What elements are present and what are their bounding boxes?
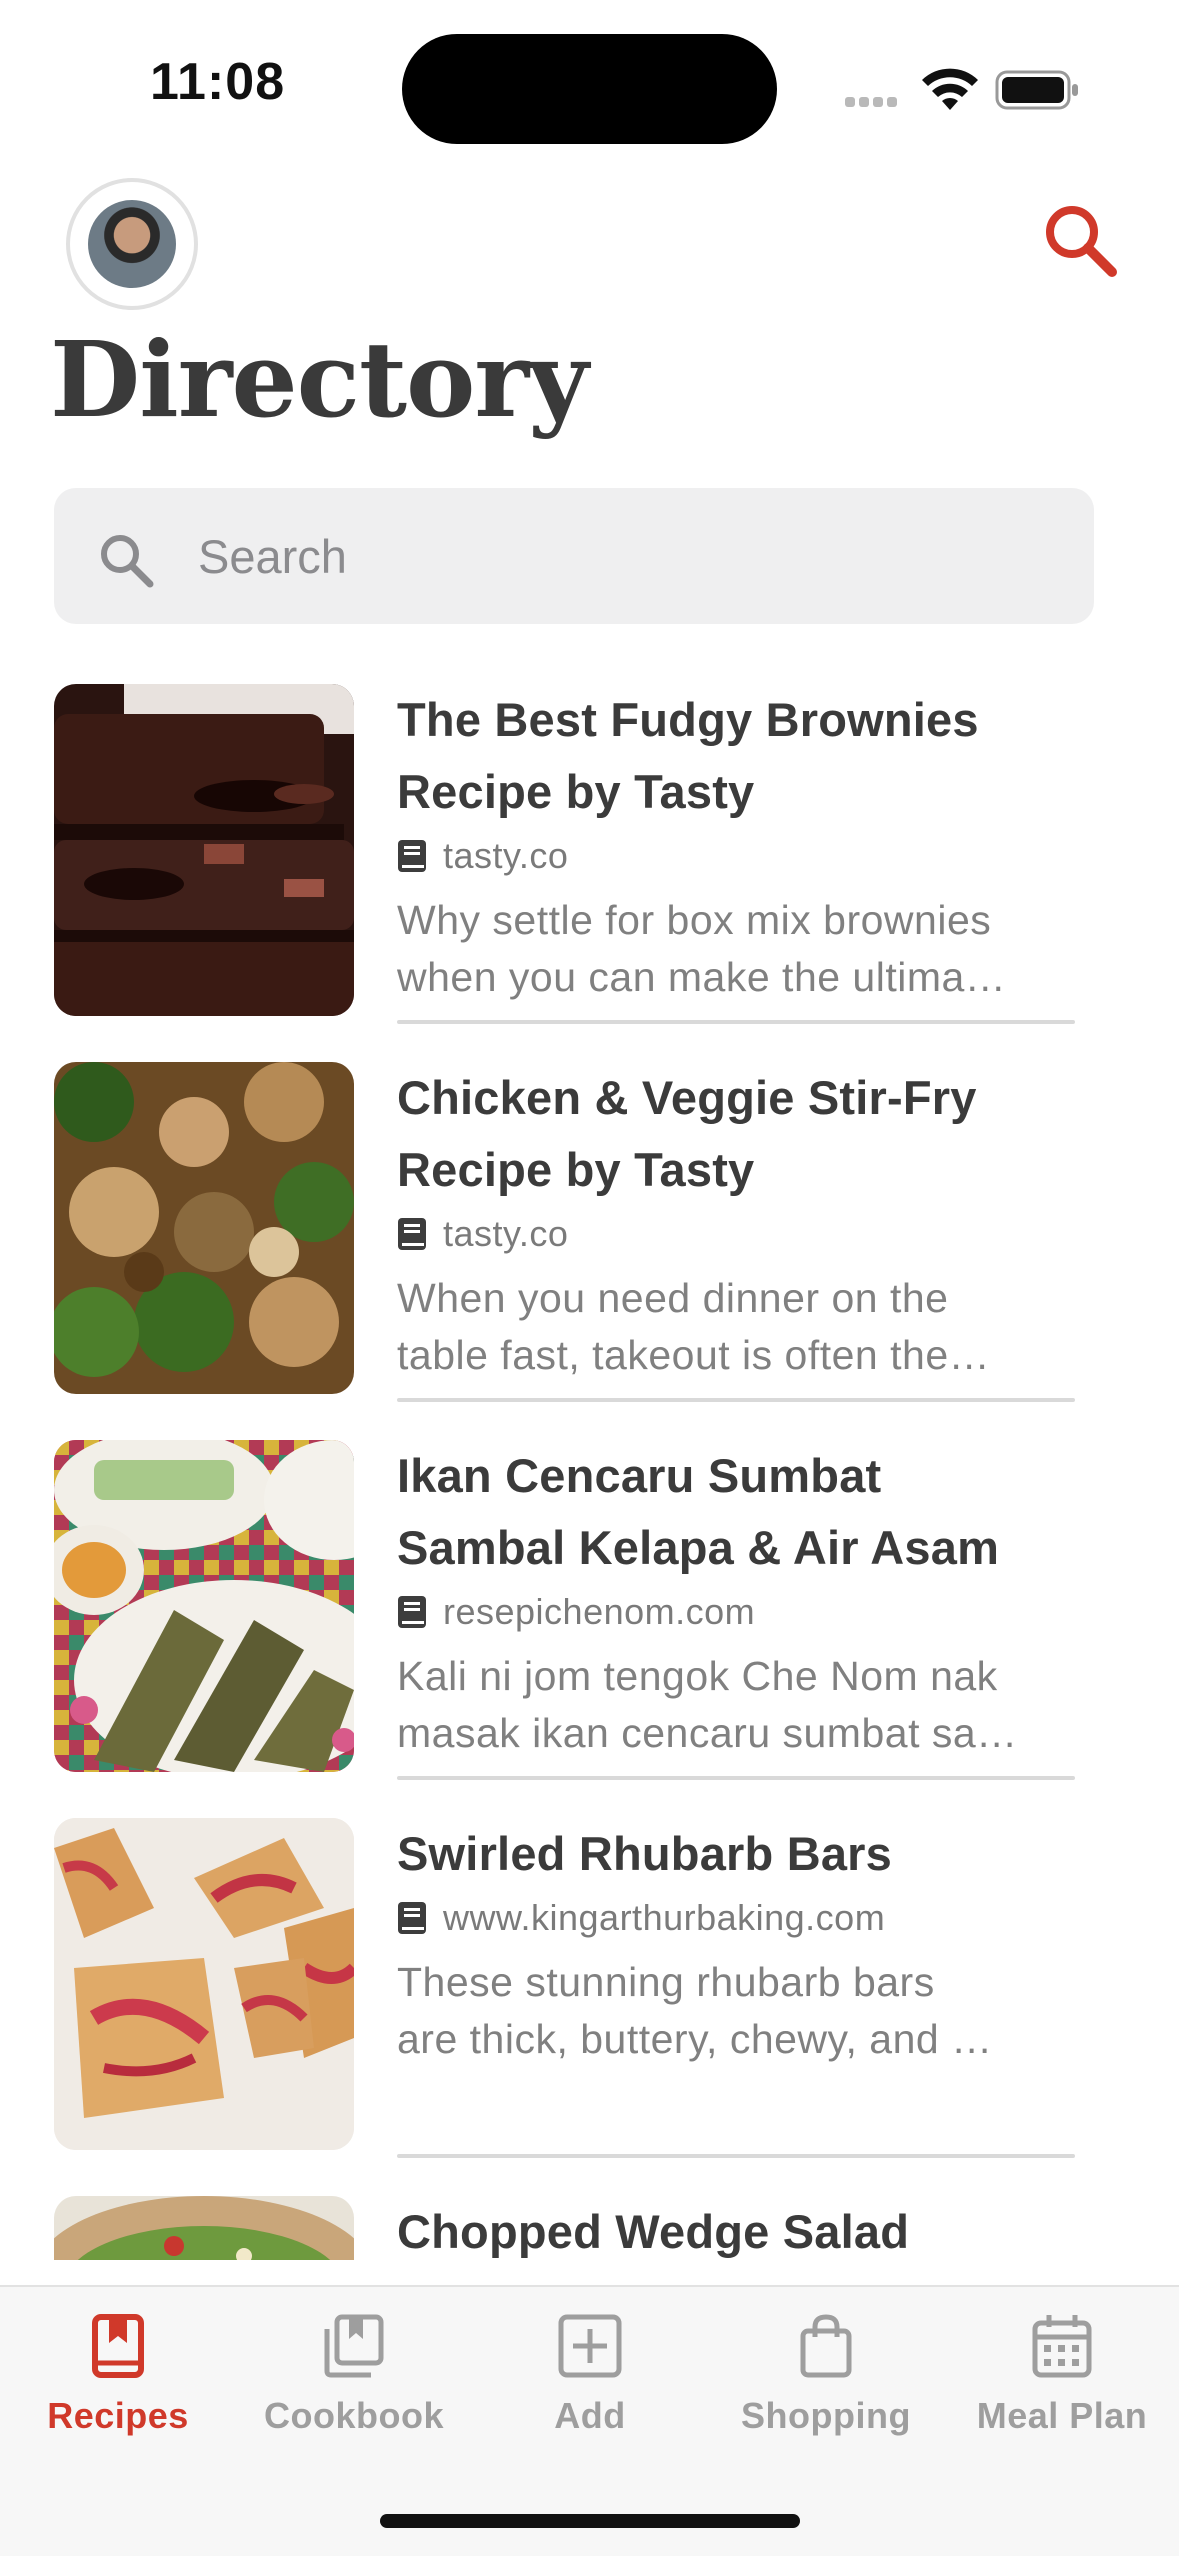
recipe-title: Ikan Cencaru Sumbat Sambal Kelapa & Air … [397, 1449, 1000, 1574]
recipe-source: tasty.co [397, 834, 1124, 878]
wifi-icon [922, 68, 978, 110]
recipe-source: resepichenom.com [397, 1590, 1124, 1634]
search-icon[interactable] [1040, 200, 1120, 280]
bookmark-book-icon [92, 2314, 144, 2378]
recipe-source: tasty.co [397, 1212, 1124, 1256]
calendar-icon [1032, 2315, 1092, 2378]
recipe-info: Swirled Rhubarb Bars www.kingarthurbakin… [397, 1818, 1124, 2068]
cookbook-icon [324, 2314, 384, 2378]
recipe-thumbnail-wedge-salad [54, 2196, 354, 2260]
recipe-thumbnail-ikan-cencaru [54, 1440, 354, 1772]
battery-icon [995, 70, 1078, 110]
recipe-description: When you need dinner on the table fast, … [397, 1275, 991, 1378]
recipe-title: The Best Fudgy Brownies Recipe by Tasty [397, 693, 979, 818]
search-input[interactable] [198, 518, 1058, 594]
add-square-icon [558, 2314, 622, 2378]
recipe-list[interactable]: The Best Fudgy Brownies Recipe by Tasty … [0, 680, 1179, 2260]
recipe-item[interactable]: Chicken & Veggie Stir-Fry Recipe by Tast… [54, 1062, 1124, 1402]
tab-shopping[interactable]: Shopping [708, 2311, 944, 2461]
status-time: 11:08 [150, 53, 286, 111]
search-bar[interactable] [54, 488, 1094, 624]
book-icon [398, 840, 426, 872]
tab-meal-plan[interactable]: Meal Plan [944, 2311, 1179, 2461]
page-title: Directory [50, 318, 589, 441]
profile-avatar-button[interactable] [66, 178, 198, 310]
recipe-info: Ikan Cencaru Sumbat Sambal Kelapa & Air … [397, 1440, 1124, 1762]
tab-add[interactable]: Add [472, 2311, 708, 2461]
book-icon [398, 1596, 426, 1628]
divider [397, 1398, 1075, 1402]
recipe-description: These stunning rhubarb bars are thick, b… [397, 1959, 993, 2062]
shopping-bag-icon [800, 2314, 852, 2378]
book-icon [398, 1902, 426, 1934]
recipe-item[interactable]: Chopped Wedge Salad [54, 2196, 1124, 2260]
divider [397, 1020, 1075, 1024]
recipe-title: Swirled Rhubarb Bars [397, 1827, 892, 1880]
recipe-thumbnail-rhubarb-bars [54, 1818, 354, 2150]
dynamic-island [402, 34, 777, 144]
search-icon [101, 535, 154, 588]
recipe-description: Kali ni jom tengok Che Nom nak masak ika… [397, 1653, 1018, 1756]
recipe-info: Chopped Wedge Salad [397, 2196, 1124, 2260]
recipe-title: Chicken & Veggie Stir-Fry Recipe by Tast… [397, 1071, 977, 1196]
status-bar: 11:08 [0, 0, 1179, 160]
recipe-item[interactable]: Swirled Rhubarb Bars www.kingarthurbakin… [54, 1818, 1124, 2158]
recipe-info: Chicken & Veggie Stir-Fry Recipe by Tast… [397, 1062, 1124, 1384]
avatar [88, 200, 176, 288]
recipe-thumbnail-brownies [54, 684, 354, 1016]
tab-cookbook[interactable]: Cookbook [236, 2311, 472, 2461]
recipe-info: The Best Fudgy Brownies Recipe by Tasty … [397, 684, 1124, 1006]
recipe-thumbnail-stir-fry [54, 1062, 354, 1394]
cellular-signal-icon [845, 94, 905, 107]
divider [397, 1776, 1075, 1780]
divider [397, 2154, 1075, 2158]
recipe-item[interactable]: The Best Fudgy Brownies Recipe by Tasty … [54, 684, 1124, 1024]
recipe-description: Why settle for box mix brownies when you… [397, 897, 1007, 1000]
recipe-title: Chopped Wedge Salad [397, 2205, 910, 2258]
tab-recipes[interactable]: Recipes [0, 2311, 236, 2461]
home-indicator [380, 2514, 800, 2528]
book-icon [398, 1218, 426, 1250]
recipe-source: www.kingarthurbaking.com [397, 1896, 1124, 1940]
recipe-item[interactable]: Ikan Cencaru Sumbat Sambal Kelapa & Air … [54, 1440, 1124, 1780]
